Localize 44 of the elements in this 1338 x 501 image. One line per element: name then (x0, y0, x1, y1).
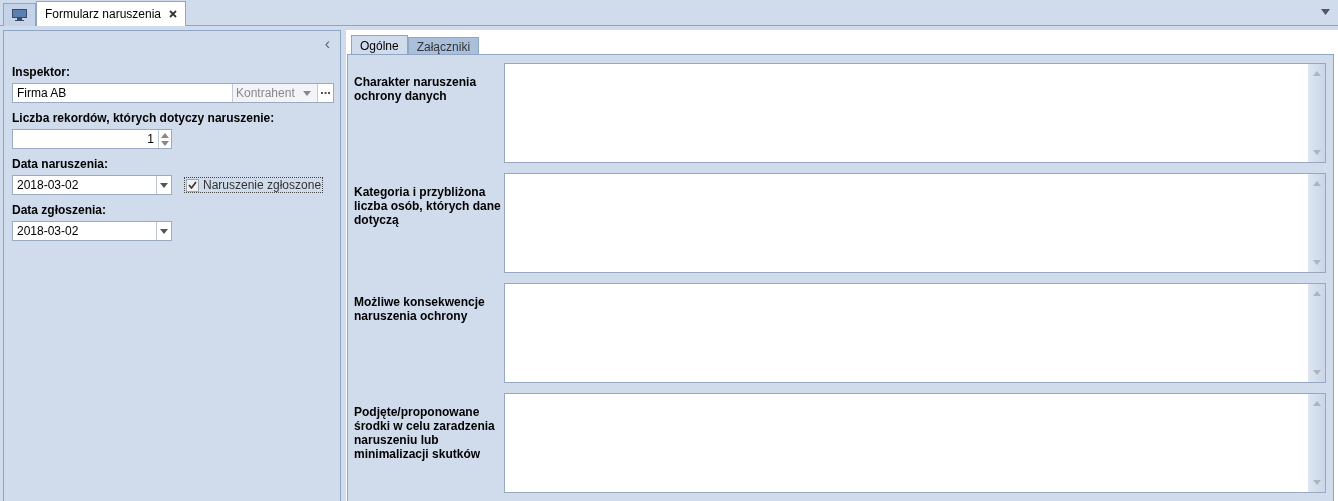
scroll-up-icon[interactable] (1312, 71, 1321, 76)
scroll-down-icon[interactable] (1312, 480, 1321, 485)
field-label: Data naruszenia: (12, 157, 110, 171)
date-field[interactable]: 2018-03-02 (12, 221, 172, 241)
collapse-button[interactable]: ‹ (322, 37, 332, 51)
dropdown-icon[interactable] (1321, 9, 1330, 15)
field-label: Kategoria i przybliżona liczba osób, których dane dotyczą (354, 184, 502, 229)
document-tab[interactable] (3, 3, 36, 26)
scroll-down-icon[interactable] (1312, 150, 1321, 155)
field-label: Charakter naruszenia ochrony danych (354, 74, 478, 105)
inspector-field[interactable]: Firma AB Kontrahent (12, 83, 334, 103)
document-tab[interactable]: Formularz naruszenia (36, 1, 187, 26)
number-field[interactable]: 1 (12, 129, 172, 149)
scrollbar[interactable] (1308, 64, 1325, 162)
text-area[interactable] (504, 283, 1326, 383)
scrollbar[interactable] (1308, 174, 1325, 272)
close-icon[interactable] (169, 10, 178, 18)
caret-icon[interactable] (160, 182, 168, 188)
scrollbar[interactable] (1308, 284, 1325, 382)
form-tab[interactable]: Ogólne (351, 35, 408, 55)
date-field[interactable]: 2018-03-02 (12, 175, 172, 195)
caret-icon[interactable] (160, 228, 168, 234)
field-label: Liczba rekordów, których dotyczy naruszenie: (12, 111, 276, 125)
caret-icon[interactable] (303, 90, 311, 96)
text-area[interactable] (504, 173, 1326, 273)
check-icon (188, 181, 197, 189)
monitor-icon (12, 9, 27, 21)
field-label: Możliwe konsekwencje naruszenia ochrony (354, 294, 486, 325)
field-label: Inspektor: (12, 65, 71, 79)
spin-down-icon[interactable] (161, 140, 169, 146)
scroll-up-icon[interactable] (1312, 291, 1321, 296)
text-area[interactable] (504, 63, 1326, 163)
more-button[interactable] (317, 84, 333, 102)
scroll-down-icon[interactable] (1312, 260, 1321, 265)
scroll-up-icon[interactable] (1312, 181, 1321, 186)
text-area[interactable] (504, 393, 1326, 493)
scroll-up-icon[interactable] (1312, 401, 1321, 406)
scrollbar[interactable] (1308, 394, 1325, 492)
form-tab[interactable]: Załączniki (407, 37, 480, 55)
reported-checkbox[interactable]: Naruszenie zgłoszone (184, 177, 324, 193)
field-label: Data zgłoszenia: (12, 203, 108, 217)
spin-up-icon[interactable] (161, 132, 169, 138)
scroll-down-icon[interactable] (1312, 370, 1321, 375)
field-label: Podjęte/proponowane środki w celu zaradzenia naruszeniu lub minimalizacji skutków (354, 404, 496, 463)
